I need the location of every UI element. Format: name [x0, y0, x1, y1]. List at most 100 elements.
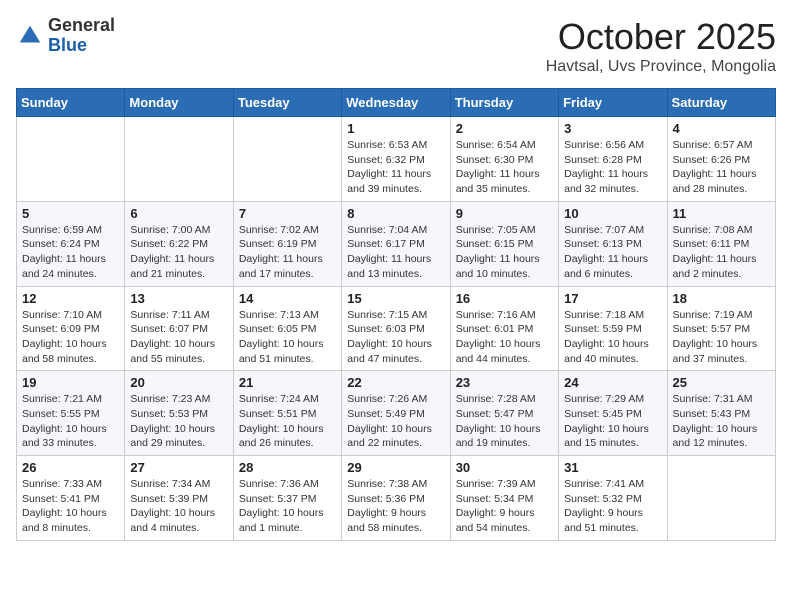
day-number: 5 — [22, 206, 119, 221]
calendar-cell: 14 Sunrise: 7:13 AM Sunset: 6:05 PM Dayli… — [233, 286, 341, 371]
weekday-header-monday: Monday — [125, 89, 233, 117]
day-info: Sunrise: 7:23 AM Sunset: 5:53 PM Dayligh… — [130, 392, 227, 451]
day-number: 2 — [456, 121, 553, 136]
calendar-cell: 24 Sunrise: 7:29 AM Sunset: 5:45 PM Dayli… — [559, 371, 667, 456]
day-info: Sunrise: 7:41 AM Sunset: 5:32 PM Dayligh… — [564, 477, 661, 536]
calendar-cell: 30 Sunrise: 7:39 AM Sunset: 5:34 PM Dayli… — [450, 456, 558, 541]
calendar-cell: 23 Sunrise: 7:28 AM Sunset: 5:47 PM Dayli… — [450, 371, 558, 456]
logo-text: General Blue — [48, 16, 115, 56]
weekday-header-saturday: Saturday — [667, 89, 775, 117]
day-number: 6 — [130, 206, 227, 221]
location-title: Havtsal, Uvs Province, Mongolia — [546, 58, 776, 76]
day-info: Sunrise: 7:10 AM Sunset: 6:09 PM Dayligh… — [22, 308, 119, 367]
page-header: General Blue October 2025 Havtsal, Uvs P… — [16, 16, 776, 76]
day-number: 13 — [130, 291, 227, 306]
calendar-cell: 1 Sunrise: 6:53 AM Sunset: 6:32 PM Daylig… — [342, 117, 450, 202]
day-info: Sunrise: 6:56 AM Sunset: 6:28 PM Dayligh… — [564, 138, 661, 197]
title-block: October 2025 Havtsal, Uvs Province, Mong… — [546, 16, 776, 76]
calendar-cell: 11 Sunrise: 7:08 AM Sunset: 6:11 PM Dayli… — [667, 201, 775, 286]
calendar-cell — [125, 117, 233, 202]
calendar-cell: 29Sunrise: 7:38 AM Sunset: 5:36 PM Dayli… — [342, 456, 450, 541]
day-number: 23 — [456, 375, 553, 390]
day-number: 22 — [347, 375, 444, 390]
day-info: Sunrise: 7:33 AM Sunset: 5:41 PM Dayligh… — [22, 477, 119, 536]
month-title: October 2025 — [546, 16, 776, 58]
day-number: 24 — [564, 375, 661, 390]
day-number: 14 — [239, 291, 336, 306]
calendar-cell: 4 Sunrise: 6:57 AM Sunset: 6:26 PM Daylig… — [667, 117, 775, 202]
calendar-cell: 19 Sunrise: 7:21 AM Sunset: 5:55 PM Dayli… — [17, 371, 125, 456]
calendar-cell: 7Sunrise: 7:02 AM Sunset: 6:19 PM Daylig… — [233, 201, 341, 286]
calendar-cell: 22 Sunrise: 7:26 AM Sunset: 5:49 PM Dayli… — [342, 371, 450, 456]
day-info: Sunrise: 6:57 AM Sunset: 6:26 PM Dayligh… — [673, 138, 770, 197]
logo-icon — [16, 22, 44, 50]
calendar-cell: 3Sunrise: 6:56 AM Sunset: 6:28 PM Daylig… — [559, 117, 667, 202]
calendar-cell: 10 Sunrise: 7:07 AM Sunset: 6:13 PM Dayli… — [559, 201, 667, 286]
calendar-cell: 31 Sunrise: 7:41 AM Sunset: 5:32 PM Dayli… — [559, 456, 667, 541]
day-number: 26 — [22, 460, 119, 475]
day-info: Sunrise: 7:21 AM Sunset: 5:55 PM Dayligh… — [22, 392, 119, 451]
calendar-cell: 26 Sunrise: 7:33 AM Sunset: 5:41 PM Dayli… — [17, 456, 125, 541]
day-number: 1 — [347, 121, 444, 136]
day-info: Sunrise: 7:05 AM Sunset: 6:15 PM Dayligh… — [456, 223, 553, 282]
day-info: Sunrise: 7:16 AM Sunset: 6:01 PM Dayligh… — [456, 308, 553, 367]
day-number: 4 — [673, 121, 770, 136]
day-info: Sunrise: 7:07 AM Sunset: 6:13 PM Dayligh… — [564, 223, 661, 282]
calendar-cell: 12 Sunrise: 7:10 AM Sunset: 6:09 PM Dayli… — [17, 286, 125, 371]
day-info: Sunrise: 7:15 AM Sunset: 6:03 PM Dayligh… — [347, 308, 444, 367]
day-info: Sunrise: 7:13 AM Sunset: 6:05 PM Dayligh… — [239, 308, 336, 367]
day-number: 28 — [239, 460, 336, 475]
calendar-cell: 21Sunrise: 7:24 AM Sunset: 5:51 PM Dayli… — [233, 371, 341, 456]
calendar-cell — [233, 117, 341, 202]
day-info: Sunrise: 7:24 AM Sunset: 5:51 PM Dayligh… — [239, 392, 336, 451]
day-info: Sunrise: 7:26 AM Sunset: 5:49 PM Dayligh… — [347, 392, 444, 451]
day-number: 27 — [130, 460, 227, 475]
calendar-cell — [667, 456, 775, 541]
weekday-header-friday: Friday — [559, 89, 667, 117]
day-info: Sunrise: 7:28 AM Sunset: 5:47 PM Dayligh… — [456, 392, 553, 451]
day-info: Sunrise: 7:08 AM Sunset: 6:11 PM Dayligh… — [673, 223, 770, 282]
day-number: 19 — [22, 375, 119, 390]
calendar-cell: 15Sunrise: 7:15 AM Sunset: 6:03 PM Dayli… — [342, 286, 450, 371]
week-row-2: 5 Sunrise: 6:59 AM Sunset: 6:24 PM Daylig… — [17, 201, 776, 286]
day-number: 16 — [456, 291, 553, 306]
day-number: 11 — [673, 206, 770, 221]
calendar-cell: 16 Sunrise: 7:16 AM Sunset: 6:01 PM Dayli… — [450, 286, 558, 371]
calendar-cell: 25Sunrise: 7:31 AM Sunset: 5:43 PM Dayli… — [667, 371, 775, 456]
calendar-cell: 17Sunrise: 7:18 AM Sunset: 5:59 PM Dayli… — [559, 286, 667, 371]
calendar-table: SundayMondayTuesdayWednesdayThursdayFrid… — [16, 88, 776, 541]
day-info: Sunrise: 7:29 AM Sunset: 5:45 PM Dayligh… — [564, 392, 661, 451]
calendar-cell: 8Sunrise: 7:04 AM Sunset: 6:17 PM Daylig… — [342, 201, 450, 286]
calendar-cell: 2Sunrise: 6:54 AM Sunset: 6:30 PM Daylig… — [450, 117, 558, 202]
day-info: Sunrise: 7:38 AM Sunset: 5:36 PM Dayligh… — [347, 477, 444, 536]
day-info: Sunrise: 7:39 AM Sunset: 5:34 PM Dayligh… — [456, 477, 553, 536]
week-row-4: 19 Sunrise: 7:21 AM Sunset: 5:55 PM Dayli… — [17, 371, 776, 456]
calendar-cell: 6 Sunrise: 7:00 AM Sunset: 6:22 PM Daylig… — [125, 201, 233, 286]
weekday-header-sunday: Sunday — [17, 89, 125, 117]
day-number: 30 — [456, 460, 553, 475]
calendar-cell: 18Sunrise: 7:19 AM Sunset: 5:57 PM Dayli… — [667, 286, 775, 371]
day-info: Sunrise: 7:00 AM Sunset: 6:22 PM Dayligh… — [130, 223, 227, 282]
day-info: Sunrise: 7:04 AM Sunset: 6:17 PM Dayligh… — [347, 223, 444, 282]
calendar-cell: 28Sunrise: 7:36 AM Sunset: 5:37 PM Dayli… — [233, 456, 341, 541]
weekday-header-tuesday: Tuesday — [233, 89, 341, 117]
day-number: 7 — [239, 206, 336, 221]
day-info: Sunrise: 6:53 AM Sunset: 6:32 PM Dayligh… — [347, 138, 444, 197]
calendar-cell: 27 Sunrise: 7:34 AM Sunset: 5:39 PM Dayli… — [125, 456, 233, 541]
calendar-cell: 13 Sunrise: 7:11 AM Sunset: 6:07 PM Dayli… — [125, 286, 233, 371]
day-info: Sunrise: 6:59 AM Sunset: 6:24 PM Dayligh… — [22, 223, 119, 282]
weekday-header-wednesday: Wednesday — [342, 89, 450, 117]
week-row-1: 1 Sunrise: 6:53 AM Sunset: 6:32 PM Daylig… — [17, 117, 776, 202]
day-info: Sunrise: 7:34 AM Sunset: 5:39 PM Dayligh… — [130, 477, 227, 536]
logo: General Blue — [16, 16, 115, 56]
day-number: 31 — [564, 460, 661, 475]
day-info: Sunrise: 7:11 AM Sunset: 6:07 PM Dayligh… — [130, 308, 227, 367]
day-number: 9 — [456, 206, 553, 221]
calendar-cell: 5 Sunrise: 6:59 AM Sunset: 6:24 PM Daylig… — [17, 201, 125, 286]
weekday-header-row: SundayMondayTuesdayWednesdayThursdayFrid… — [17, 89, 776, 117]
day-number: 10 — [564, 206, 661, 221]
day-number: 12 — [22, 291, 119, 306]
calendar-cell — [17, 117, 125, 202]
day-number: 20 — [130, 375, 227, 390]
day-info: Sunrise: 7:18 AM Sunset: 5:59 PM Dayligh… — [564, 308, 661, 367]
